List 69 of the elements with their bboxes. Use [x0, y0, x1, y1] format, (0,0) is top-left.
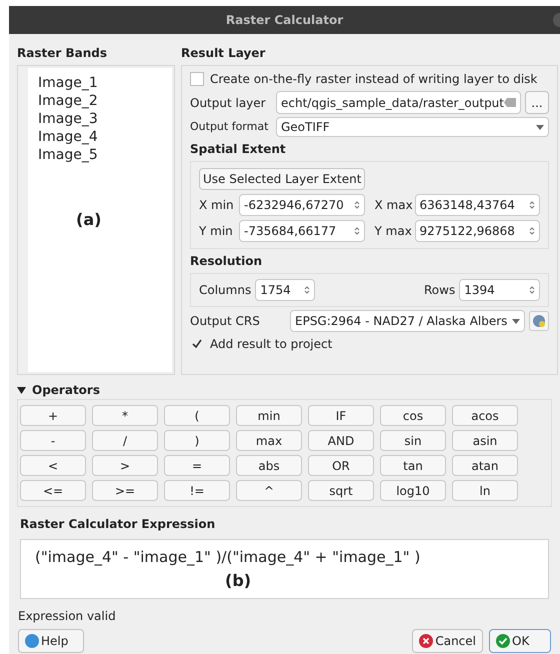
operator-button[interactable]: > [92, 455, 158, 476]
spin-box[interactable]: 1754 [255, 279, 315, 301]
spin-box[interactable]: 1394 [459, 279, 540, 301]
band-list-item[interactable]: Image_5 [38, 146, 98, 164]
field-label: Y max [374, 223, 410, 240]
operator-button[interactable]: OR [308, 455, 374, 476]
operator-button[interactable]: ( [164, 405, 230, 426]
field-label: Y min [199, 223, 234, 240]
section-title: Result Layer [181, 45, 266, 62]
operator-button[interactable]: log10 [380, 480, 446, 501]
field-label: X max [374, 197, 410, 214]
spin-box[interactable]: -6232946,67270 [239, 194, 364, 216]
operator-button[interactable]: max [236, 430, 302, 451]
window-title: Raster Calculator [226, 12, 344, 29]
spin-box[interactable]: 6363148,43764 [414, 194, 540, 216]
section-title: Spatial Extent [190, 141, 287, 158]
operator-button[interactable]: sqrt [308, 480, 374, 501]
band-list-item[interactable]: Image_2 [38, 92, 98, 110]
section-title: Operators [32, 382, 100, 399]
section-title: Raster Bands [17, 45, 108, 62]
checkbox-label: Create on-the-fly raster instead of writing layer to disk [210, 71, 538, 88]
expression-field[interactable]: ("image_4" - "image_1" )/("image_4" + "image_1" ) (b) [20, 539, 549, 599]
output-layer-field[interactable]: echt/qgis_sample_data/raster_output [276, 91, 521, 114]
operator-button[interactable]: atan [452, 455, 518, 476]
field-label: Output layer [190, 94, 267, 112]
operator-button[interactable]: * [92, 405, 158, 426]
operator-button[interactable]: >= [92, 480, 158, 501]
band-list-item[interactable]: Image_4 [38, 128, 98, 146]
operator-button[interactable]: < [20, 455, 86, 476]
use-layer-extent-button[interactable]: Use Selected Layer Extent [199, 168, 366, 190]
status-text: Expression valid [17, 608, 117, 625]
section-title: Resolution [190, 253, 264, 270]
operator-button[interactable]: min [236, 405, 302, 426]
operator-button[interactable]: != [164, 480, 230, 501]
spin-box[interactable]: 9275122,96868 [414, 220, 540, 242]
field-label: X min [199, 197, 235, 214]
operator-button[interactable]: sin [380, 430, 446, 451]
operator-button[interactable]: / [92, 430, 158, 451]
operator-button[interactable]: AND [308, 430, 374, 451]
band-list-item[interactable]: Image_1 [38, 74, 98, 92]
field-label: Columns [199, 282, 252, 299]
field-label: Rows [424, 282, 456, 299]
operator-button[interactable]: IF [308, 405, 374, 426]
operator-button[interactable]: <= [20, 480, 86, 501]
operator-button[interactable]: cos [380, 405, 446, 426]
operator-button[interactable]: asin [452, 430, 518, 451]
operator-button[interactable]: + [20, 405, 86, 426]
help-button[interactable]: Help [18, 629, 84, 653]
operator-button[interactable]: abs [236, 455, 302, 476]
annotation-label: (b) [225, 570, 252, 592]
section-title: Raster Calculator Expression [19, 516, 216, 533]
field-label: Output format [190, 118, 270, 135]
spin-box[interactable]: -735684,66177 [239, 220, 364, 242]
operator-button[interactable]: tan [380, 455, 446, 476]
band-list-item[interactable]: Image_3 [38, 110, 98, 128]
output-format-dropdown[interactable]: GeoTIFF [276, 117, 549, 137]
checkbox-label: Add result to project [210, 336, 332, 353]
ok-button[interactable]: OK [489, 629, 551, 653]
operator-button[interactable]: ^ [236, 480, 302, 501]
operator-button[interactable]: ) [164, 430, 230, 451]
crs-dropdown[interactable]: EPSG:2964 - NAD27 / Alaska Albers [290, 310, 525, 332]
browse-button[interactable]: ... [525, 91, 549, 114]
field-label: Output CRS [190, 313, 261, 330]
operator-button[interactable]: acos [452, 405, 518, 426]
operator-button[interactable]: = [164, 455, 230, 476]
operator-button[interactable]: - [20, 430, 86, 451]
operator-button[interactable]: ln [452, 480, 518, 501]
annotation-label: (a) [76, 209, 102, 231]
cancel-button[interactable]: Cancel [412, 629, 483, 653]
